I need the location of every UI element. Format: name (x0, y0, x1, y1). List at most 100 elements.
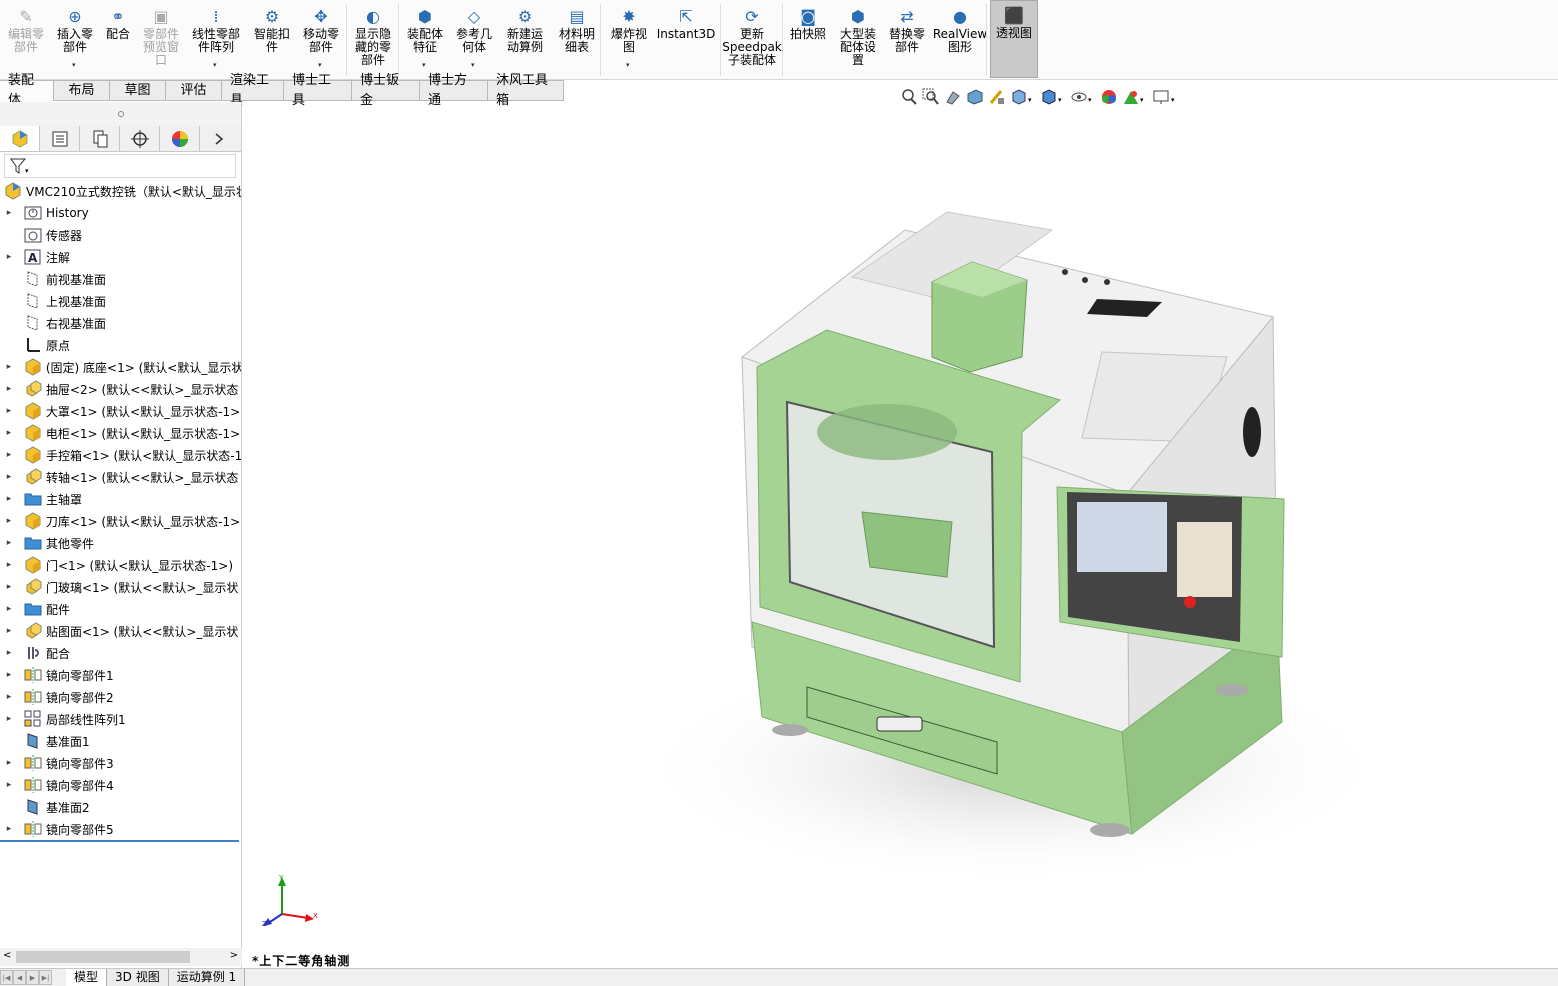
ribbon-button-12[interactable]: ✸ 爆炸视 图 ▾ (606, 2, 652, 76)
tree-node[interactable]: ▸ 转轴<1> (默认<<默认>_显示状态 (0, 466, 241, 488)
ribbon-button-2[interactable]: ⚭ 配合 (102, 2, 134, 76)
ribbon-button-14[interactable]: ⟳ 更新 Speedpak 子装配体 (722, 2, 782, 76)
ribbon-button-15[interactable]: ◙ 拍快照 (786, 2, 830, 76)
bottom-tab[interactable]: 运动算例 1 (168, 969, 246, 986)
expand-chevron-icon[interactable]: ▸ (4, 406, 14, 416)
tree-node[interactable]: ▸ 电柜<1> (默认<默认_显示状态-1>) (0, 422, 241, 444)
bottom-tab[interactable]: 3D 视图 (107, 969, 169, 986)
expand-chevron-icon[interactable]: ▸ (4, 538, 14, 548)
expand-chevron-icon[interactable]: ▸ (4, 252, 14, 262)
last-tab-nav-button[interactable]: ▶| (39, 970, 52, 985)
command-tab[interactable]: 博士工具 (284, 73, 352, 108)
ribbon-button-4[interactable]: ⁞ 线性零部 件阵列 ▾ (188, 2, 244, 76)
ribbon-button-9[interactable]: ◇ 参考几 何体 ▾ (452, 2, 496, 76)
tree-node[interactable]: ▸ 大罩<1> (默认<默认_显示状态-1>) (0, 400, 241, 422)
configuration-manager-tab[interactable] (80, 126, 120, 151)
tree-node[interactable]: ▸ 镜向零部件2 (0, 686, 241, 708)
tree-node[interactable]: ▸ 主轴罩 (0, 488, 241, 510)
expand-chevron-icon[interactable]: ▸ (4, 670, 14, 680)
ribbon-button-5[interactable]: ⚙ 智能扣 件 (250, 2, 294, 76)
tree-node[interactable]: ▸ 镜向零部件1 (0, 664, 241, 686)
command-tab[interactable]: 布局 (54, 80, 110, 101)
tree-node[interactable]: ▸ 门<1> (默认<默认_显示状态-1>) (0, 554, 241, 576)
tree-rollback-bar[interactable] (0, 840, 239, 842)
expand-chevron-icon[interactable]: ▸ (4, 428, 14, 438)
first-tab-nav-button[interactable]: |◀ (0, 970, 13, 985)
tree-node[interactable]: ▸ 镜向零部件5 (0, 818, 241, 840)
ribbon-button-11[interactable]: ▤ 材料明 细表 (554, 2, 600, 76)
expand-chevron-icon[interactable]: ▸ (4, 494, 14, 504)
tree-node[interactable]: ▸ 门玻璃<1> (默认<<默认>_显示状 (0, 576, 241, 598)
tree-node[interactable]: 原点 (0, 334, 241, 356)
expand-chevron-icon[interactable]: ▸ (4, 384, 14, 394)
tree-node[interactable]: ▸ 局部线性阵列1 (0, 708, 241, 730)
tree-node[interactable]: 右视基准面 (0, 312, 241, 334)
tree-node[interactable]: 前视基准面 (0, 268, 241, 290)
tree-filter-input[interactable]: ▾ (4, 154, 236, 178)
ribbon-button-8[interactable]: ⬢ 装配体 特征 ▾ (402, 2, 448, 76)
tree-node[interactable]: ▸ 镜向零部件4 (0, 774, 241, 796)
tree-node[interactable]: ▸ 刀库<1> (默认<默认_显示状态-1>) (0, 510, 241, 532)
expand-chevron-icon[interactable]: ▸ (4, 208, 14, 218)
command-tab[interactable]: 博士钣金 (352, 73, 420, 108)
ribbon-button-17[interactable]: ⇄ 替换零 部件 (884, 2, 930, 76)
ribbon-button-10[interactable]: ⚙ 新建运 动算例 (502, 2, 548, 76)
scrollbar-thumb[interactable] (16, 951, 190, 963)
prev-tab-nav-button[interactable]: ◀ (13, 970, 26, 985)
tree-node[interactable]: ▸ A 注解 (0, 246, 241, 268)
expand-chevron-icon[interactable]: ▸ (4, 582, 14, 592)
expand-chevron-icon[interactable]: ▸ (4, 626, 14, 636)
tree-node[interactable]: ▸ 抽屉<2> (默认<<默认>_显示状态 (0, 378, 241, 400)
expand-chevron-icon[interactable]: ▸ (4, 780, 14, 790)
dropdown-arrow-icon[interactable]: ▾ (213, 59, 217, 72)
panel-splitter[interactable] (0, 102, 241, 126)
ribbon-button-19[interactable]: ⬛ 透视图 (990, 0, 1038, 78)
tree-node[interactable]: ▸ 贴图面<1> (默认<<默认>_显示状 (0, 620, 241, 642)
command-tab[interactable]: 沐风工具箱 (488, 73, 564, 108)
command-tab[interactable]: 评估 (166, 80, 222, 101)
tree-node[interactable]: ▸ 配件 (0, 598, 241, 620)
ribbon-button-7[interactable]: ◐ 显示隐 藏的零 部件 (350, 2, 396, 76)
next-tab-nav-button[interactable]: ▶ (26, 970, 39, 985)
command-tab[interactable]: 渲染工具 (222, 73, 284, 108)
graphics-area[interactable] (242, 102, 1558, 968)
property-manager-tab[interactable] (40, 126, 80, 151)
tree-node[interactable]: 上视基准面 (0, 290, 241, 312)
tree-node[interactable]: 传感器 (0, 224, 241, 246)
filter-icon[interactable]: ▾ (9, 157, 31, 175)
command-tab[interactable]: 草图 (110, 80, 166, 101)
tree-node[interactable]: 基准面1 (0, 730, 241, 752)
expand-chevron-icon[interactable]: ▸ (4, 560, 14, 570)
expand-chevron-icon[interactable]: ▸ (4, 692, 14, 702)
ribbon-button-1[interactable]: ⊕ 插入零 部件 ▾ (52, 2, 98, 76)
bottom-tab[interactable]: 模型 (66, 969, 108, 986)
command-tab[interactable]: 装配体 (0, 73, 54, 108)
expand-chevron-icon[interactable]: ▸ (4, 516, 14, 526)
ribbon-button-6[interactable]: ✥ 移动零 部件 ▾ (298, 2, 344, 76)
expand-chevron-icon[interactable]: ▸ (4, 472, 14, 482)
tree-node[interactable]: ▸ 手控箱<1> (默认<默认_显示状态-1 (0, 444, 241, 466)
feature-manager-tab[interactable] (0, 126, 40, 151)
tree-root-assembly[interactable]: VMC210立式数控铣（默认<默认_显示状 (0, 180, 241, 202)
display-manager-tab[interactable] (160, 126, 200, 151)
ribbon-button-16[interactable]: ⬢ 大型装 配体设 置 (836, 2, 880, 76)
tree-node[interactable]: 基准面2 (0, 796, 241, 818)
tree-node[interactable]: ▸ 其他零件 (0, 532, 241, 554)
dimxpert-manager-tab[interactable] (120, 126, 160, 151)
expand-chevron-icon[interactable]: ▸ (4, 714, 14, 724)
dropdown-arrow-icon[interactable]: ▾ (626, 59, 630, 72)
tree-horizontal-scrollbar[interactable]: < > (0, 948, 242, 966)
expand-chevron-icon[interactable]: ▸ (4, 604, 14, 614)
tabs-more-chevron-icon[interactable] (200, 126, 238, 151)
tree-node[interactable]: ▸ (固定) 底座<1> (默认<默认_显示状 (0, 356, 241, 378)
expand-chevron-icon[interactable]: ▸ (4, 648, 14, 658)
ribbon-button-0[interactable]: ✎ 编辑零 部件 (4, 2, 48, 76)
tree-node[interactable]: ▸ 配合 (0, 642, 241, 664)
dropdown-arrow-icon[interactable]: ▾ (72, 59, 76, 72)
ribbon-button-18[interactable]: ● RealView 图形 (933, 2, 987, 76)
expand-chevron-icon[interactable]: ▸ (4, 824, 14, 834)
dropdown-arrow-icon[interactable]: ▾ (422, 59, 426, 72)
ribbon-button-13[interactable]: ⇱ Instant3D (657, 2, 716, 76)
ribbon-button-3[interactable]: ▣ 零部件 预览窗 口 (138, 2, 184, 76)
expand-chevron-icon[interactable]: ▸ (4, 758, 14, 768)
